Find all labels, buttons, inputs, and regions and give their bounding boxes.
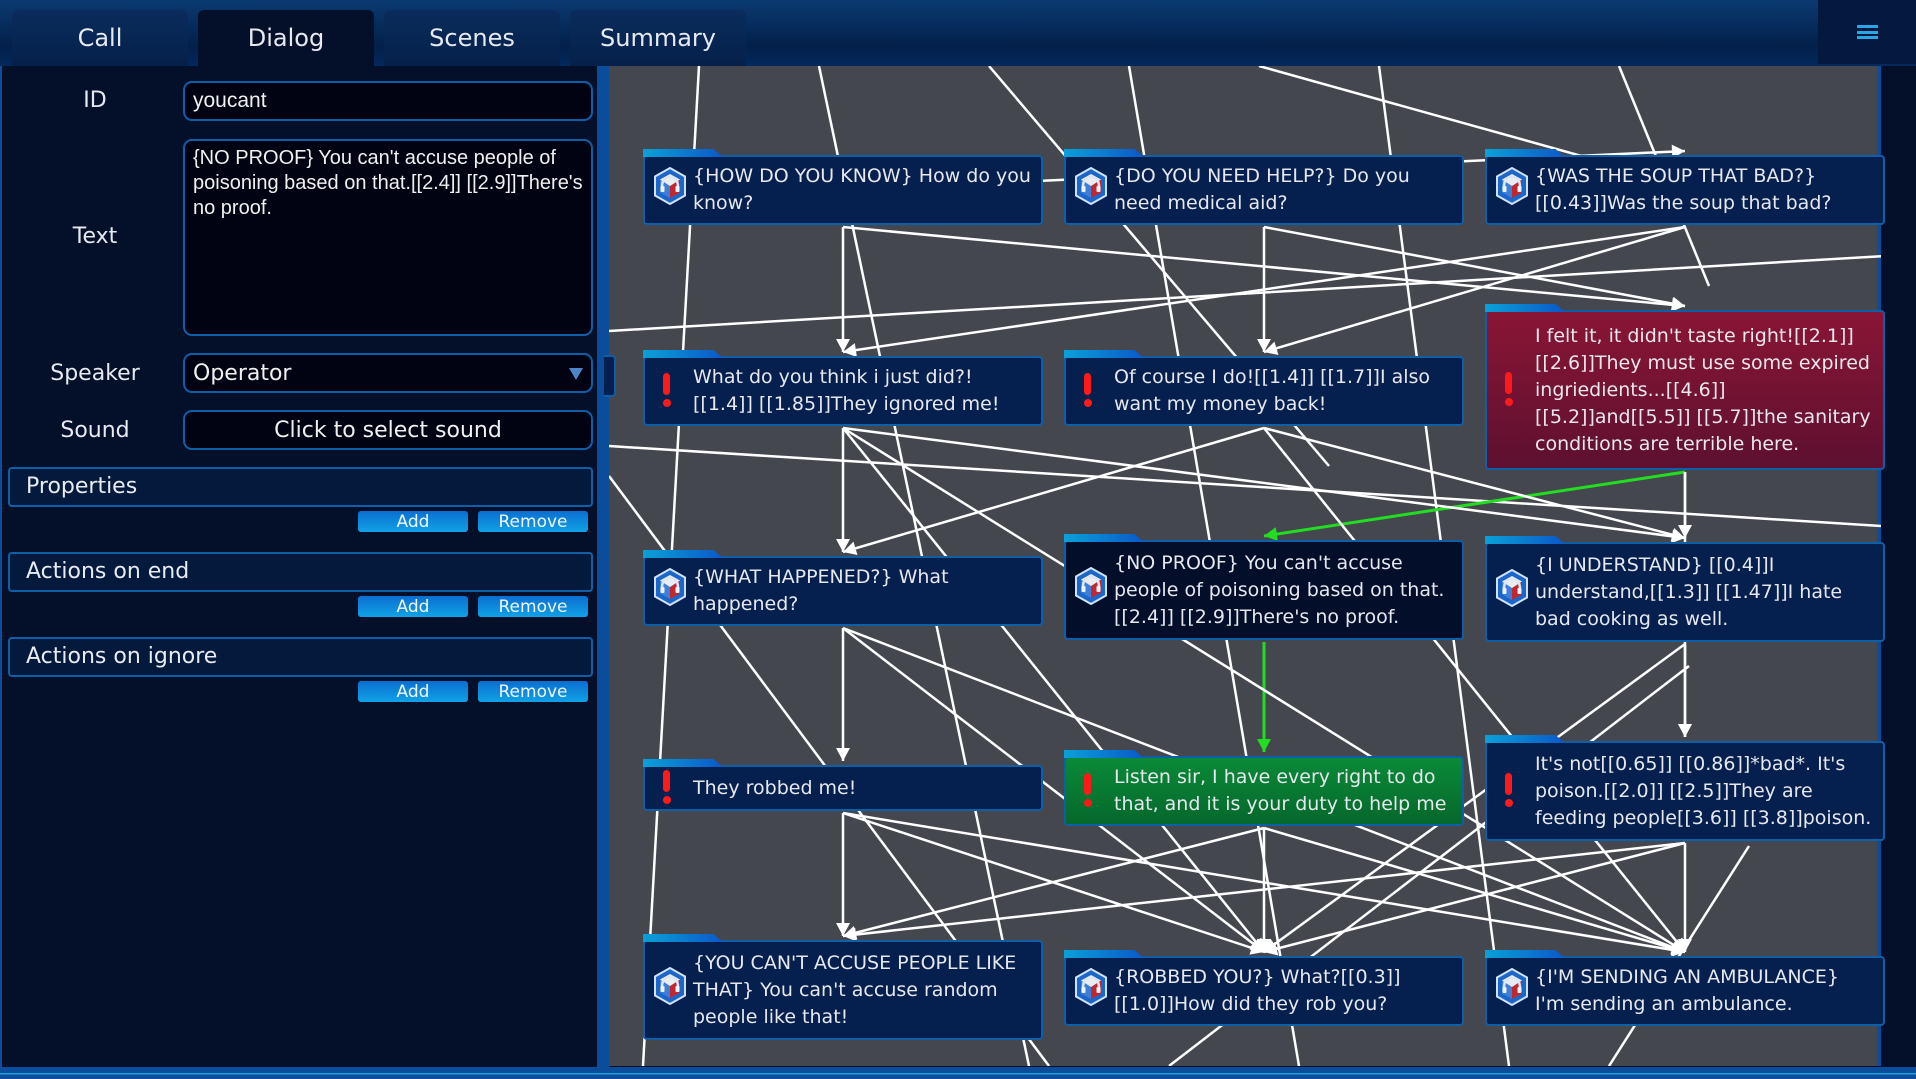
node-text: I felt it, it didn't taste right![[2.1]]… bbox=[1535, 324, 1871, 455]
actions-on-ignore-remove-button[interactable]: Remove bbox=[478, 681, 588, 702]
exclamation-icon bbox=[1084, 373, 1092, 409]
actions-on-ignore-add-button[interactable]: Add bbox=[358, 681, 468, 702]
node-text: {ROBBED YOU?} What?[[0.3]] [[1.0]]How di… bbox=[1114, 966, 1401, 1015]
speaker-select[interactable]: Operator bbox=[183, 353, 593, 393]
dialog-graph-canvas[interactable]: {HOW DO YOU KNOW} How do you know? {DO Y… bbox=[609, 66, 1885, 1066]
caller-dialog-node[interactable]: Listen sir, I have every right to do tha… bbox=[1064, 756, 1464, 826]
section-title: Properties bbox=[26, 474, 138, 499]
menu-button[interactable] bbox=[1818, 0, 1916, 64]
speaker-value: Operator bbox=[193, 361, 292, 386]
panel-splitter[interactable] bbox=[597, 66, 609, 1079]
exclamation-icon bbox=[1505, 372, 1513, 408]
properties-section: Properties bbox=[8, 467, 593, 507]
actions-on-end-remove-button[interactable]: Remove bbox=[478, 596, 588, 617]
node-text: {HOW DO YOU KNOW} How do you know? bbox=[693, 165, 1031, 214]
operator-headset-icon bbox=[1495, 568, 1529, 615]
operator-headset-icon bbox=[653, 166, 687, 213]
operator-dialog-node[interactable]: {WAS THE SOUP THAT BAD?} [[0.43]]Was the… bbox=[1485, 155, 1885, 225]
operator-dialog-node[interactable]: {I UNDERSTAND} [[0.4]]I understand,[[1.3… bbox=[1485, 542, 1885, 642]
operator-headset-icon bbox=[653, 966, 687, 1013]
caller-dialog-node[interactable]: I felt it, it didn't taste right![[2.1]]… bbox=[1485, 310, 1885, 470]
operator-dialog-node[interactable]: {DO YOU NEED HELP?} Do you need medical … bbox=[1064, 155, 1464, 225]
graph-edge bbox=[842, 826, 1265, 938]
offscreen-node-edge[interactable] bbox=[604, 355, 616, 397]
select-sound-button[interactable]: Click to select sound bbox=[183, 410, 593, 450]
id-label: ID bbox=[83, 88, 107, 113]
exclamation-icon bbox=[1505, 773, 1513, 809]
properties-add-button[interactable]: Add bbox=[358, 511, 468, 532]
operator-headset-icon bbox=[1495, 166, 1529, 213]
edge-arrowhead-icon bbox=[1678, 724, 1692, 737]
graph-edge bbox=[1263, 841, 1686, 954]
node-text: {WAS THE SOUP THAT BAD?} [[0.43]]Was the… bbox=[1535, 165, 1832, 214]
section-title: Actions on end bbox=[26, 559, 190, 584]
operator-headset-icon bbox=[1074, 967, 1108, 1014]
tab-label: Dialog bbox=[247, 24, 325, 52]
operator-headset-icon bbox=[1495, 967, 1529, 1014]
id-input[interactable]: youcant bbox=[183, 81, 593, 121]
edge-arrowhead-icon bbox=[1257, 739, 1271, 752]
node-text: {YOU CAN'T ACCUSE PEOPLE LIKE THAT} You … bbox=[693, 951, 1017, 1028]
operator-headset-icon bbox=[1074, 166, 1108, 213]
operator-dialog-node[interactable]: {I'M SENDING AN AMBULANCE} I'm sending a… bbox=[1485, 956, 1885, 1026]
text-textarea[interactable]: {NO PROOF} You can't accuse people of po… bbox=[183, 139, 593, 336]
sound-label: Sound bbox=[60, 418, 130, 443]
node-text: Of course I do![[1.4]] [[1.7]]I also wan… bbox=[1114, 366, 1431, 415]
tab-label: Call bbox=[77, 24, 123, 52]
tab-summary[interactable]: Summary bbox=[570, 10, 746, 66]
operator-dialog-node[interactable]: {WHAT HAPPENED?} What happened? bbox=[643, 556, 1043, 626]
properties-remove-button[interactable]: Remove bbox=[478, 511, 588, 532]
node-text: {WHAT HAPPENED?} What happened? bbox=[693, 566, 949, 615]
tab-call[interactable]: Call bbox=[12, 10, 188, 66]
text-label: Text bbox=[72, 224, 118, 249]
graph-edge bbox=[1263, 826, 1686, 954]
caller-dialog-node[interactable]: Of course I do![[1.4]] [[1.7]]I also wan… bbox=[1064, 356, 1464, 426]
node-text: {DO YOU NEED HELP?} Do you need medical … bbox=[1114, 165, 1410, 214]
top-bar: Call Dialog Scenes Summary bbox=[0, 0, 1916, 66]
actions-on-ignore-section: Actions on ignore bbox=[8, 637, 593, 677]
exclamation-icon bbox=[663, 770, 671, 806]
actions-on-end-section: Actions on end bbox=[8, 552, 593, 592]
hamburger-menu-icon bbox=[1856, 23, 1878, 42]
operator-dialog-node[interactable]: {YOU CAN'T ACCUSE PEOPLE LIKE THAT} You … bbox=[643, 940, 1043, 1040]
tab-dialog[interactable]: Dialog bbox=[198, 10, 374, 66]
operator-dialog-node[interactable]: {NO PROOF} You can't accuse people of po… bbox=[1064, 540, 1464, 640]
edge-arrowhead-icon bbox=[1264, 527, 1278, 541]
node-text: {I UNDERSTAND} [[0.4]]I understand,[[1.3… bbox=[1535, 553, 1843, 630]
actions-on-end-add-button[interactable]: Add bbox=[358, 596, 468, 617]
node-text: {NO PROOF} You can't accuse people of po… bbox=[1114, 551, 1445, 628]
speaker-label: Speaker bbox=[50, 361, 140, 386]
dropdown-arrow-icon bbox=[569, 368, 583, 380]
caller-dialog-node[interactable]: It's not[[0.65]] [[0.86]]*bad*. It's poi… bbox=[1485, 741, 1885, 841]
edge-arrowhead-icon bbox=[836, 748, 850, 761]
exclamation-icon bbox=[663, 373, 671, 409]
node-text: {I'M SENDING AN AMBULANCE} I'm sending a… bbox=[1535, 966, 1840, 1015]
bottom-bar bbox=[0, 1067, 1916, 1079]
node-text: What do you think i just did?![[1.4]] [[… bbox=[693, 366, 1000, 415]
graph-edge-active bbox=[1263, 470, 1686, 538]
caller-dialog-node[interactable]: What do you think i just did?![[1.4]] [[… bbox=[643, 356, 1043, 426]
section-title: Actions on ignore bbox=[26, 644, 218, 669]
operator-dialog-node[interactable]: {ROBBED YOU?} What?[[0.3]] [[1.0]]How di… bbox=[1064, 956, 1464, 1026]
operator-headset-icon bbox=[653, 567, 687, 614]
operator-dialog-node[interactable]: {HOW DO YOU KNOW} How do you know? bbox=[643, 155, 1043, 225]
node-text: It's not[[0.65]] [[0.86]]*bad*. It's poi… bbox=[1535, 752, 1872, 829]
tab-label: Scenes bbox=[429, 24, 515, 52]
graph-edge bbox=[1263, 225, 1686, 308]
node-text: Listen sir, I have every right to do tha… bbox=[1114, 766, 1447, 815]
caller-dialog-node[interactable]: They robbed me! bbox=[643, 765, 1043, 811]
node-text: They robbed me! bbox=[693, 776, 857, 799]
exclamation-icon bbox=[1084, 773, 1092, 809]
operator-headset-icon bbox=[1074, 566, 1108, 613]
tab-scenes[interactable]: Scenes bbox=[384, 10, 560, 66]
tab-label: Summary bbox=[600, 24, 716, 52]
